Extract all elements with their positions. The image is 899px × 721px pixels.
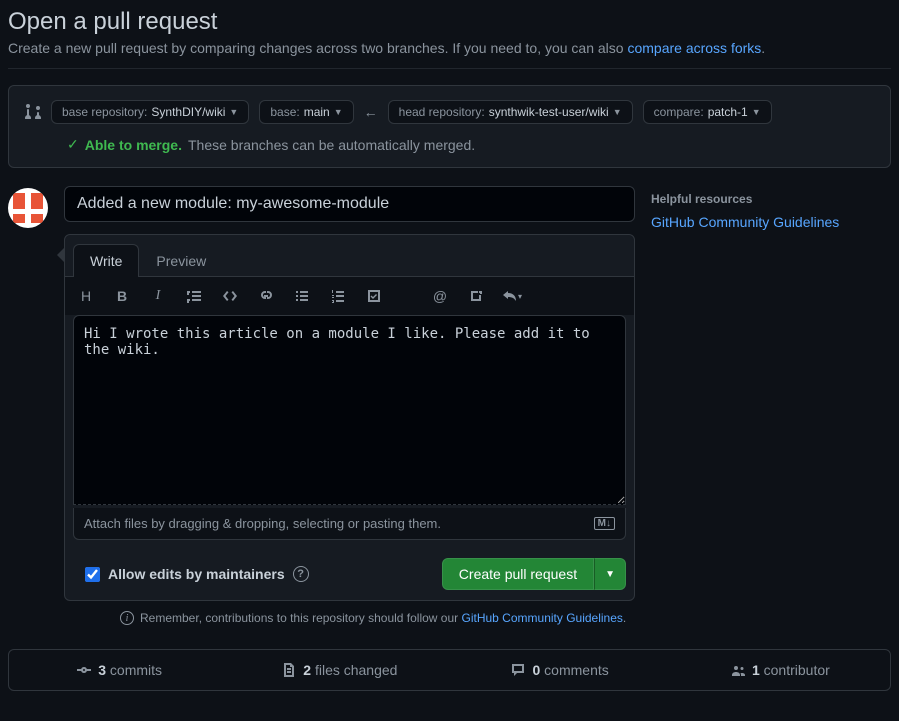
italic-icon[interactable]: I bbox=[147, 285, 169, 307]
create-pr-button-group: Create pull request ▼ bbox=[442, 558, 626, 590]
summary-comments[interactable]: 0 comments bbox=[450, 650, 670, 690]
create-pr-button[interactable]: Create pull request bbox=[442, 558, 594, 590]
check-icon: ✓ bbox=[67, 136, 79, 153]
subtitle-suffix: . bbox=[761, 40, 765, 56]
summary-bar: 3 commits 2 files changed 0 comments 1 c… bbox=[8, 649, 891, 691]
link-icon[interactable] bbox=[255, 285, 277, 307]
attach-bar[interactable]: Attach files by dragging & dropping, sel… bbox=[73, 508, 626, 540]
caret-down-icon: ▼ bbox=[752, 107, 761, 117]
quote-icon[interactable] bbox=[183, 285, 205, 307]
file-diff-icon bbox=[281, 662, 297, 678]
commit-icon bbox=[76, 662, 92, 678]
base-branch-selector[interactable]: base: main ▼ bbox=[259, 100, 353, 124]
page-title: Open a pull request bbox=[8, 8, 891, 36]
tab-write[interactable]: Write bbox=[73, 244, 139, 277]
contributors-label: contributor bbox=[760, 662, 830, 678]
code-icon[interactable] bbox=[219, 285, 241, 307]
base-repo-selector[interactable]: base repository: SynthDIY/wiki ▼ bbox=[51, 100, 249, 124]
markdown-badge-icon[interactable]: M↓ bbox=[594, 517, 615, 530]
merge-status: ✓ Able to merge. These branches can be a… bbox=[25, 136, 874, 153]
summary-contributors[interactable]: 1 contributor bbox=[670, 650, 890, 690]
cross-reference-icon[interactable] bbox=[465, 285, 487, 307]
remember-suffix: . bbox=[623, 611, 626, 625]
list-ordered-icon[interactable] bbox=[327, 285, 349, 307]
base-repo-label: base repository: bbox=[62, 105, 147, 119]
editor-tabs: Write Preview bbox=[65, 235, 634, 277]
page-subtitle: Create a new pull request by comparing c… bbox=[8, 40, 891, 69]
comments-label: comments bbox=[540, 662, 608, 678]
branch-row: base repository: SynthDIY/wiki ▼ base: m… bbox=[25, 100, 874, 124]
compare-value: patch-1 bbox=[708, 105, 748, 119]
caret-down-icon: ▼ bbox=[613, 107, 622, 117]
base-label: base: bbox=[270, 105, 299, 119]
help-icon[interactable]: ? bbox=[293, 566, 309, 582]
commits-label: commits bbox=[106, 662, 162, 678]
remember-prefix: Remember, contributions to this reposito… bbox=[140, 611, 462, 625]
comment-icon bbox=[510, 662, 526, 678]
allow-edits-checkbox[interactable] bbox=[85, 567, 100, 582]
comment-box: Write Preview H B I @ ▾ Attach files bbox=[64, 234, 635, 601]
base-value: main bbox=[304, 105, 330, 119]
pr-title-input[interactable] bbox=[64, 186, 635, 222]
attach-hint: Attach files by dragging & dropping, sel… bbox=[84, 516, 441, 531]
list-unordered-icon[interactable] bbox=[291, 285, 313, 307]
mention-icon[interactable]: @ bbox=[429, 285, 451, 307]
pr-body-textarea[interactable] bbox=[73, 315, 626, 505]
sidebar-heading: Helpful resources bbox=[651, 192, 891, 206]
compare-label: compare: bbox=[654, 105, 704, 119]
commits-count: 3 bbox=[98, 662, 106, 678]
arrow-left-icon: ← bbox=[364, 104, 378, 120]
contributors-count: 1 bbox=[752, 662, 760, 678]
summary-commits[interactable]: 3 commits bbox=[9, 650, 229, 690]
merge-detail-text: These branches can be automatically merg… bbox=[188, 137, 475, 153]
head-repo-value: synthwik-test-user/wiki bbox=[489, 105, 609, 119]
caret-down-icon: ▼ bbox=[334, 107, 343, 117]
git-compare-icon bbox=[25, 103, 41, 122]
user-avatar[interactable] bbox=[8, 188, 48, 228]
reply-icon[interactable]: ▾ bbox=[501, 285, 523, 307]
actions-row: Allow edits by maintainers ? Create pull… bbox=[65, 548, 634, 600]
compare-forks-link[interactable]: compare across forks bbox=[627, 40, 761, 56]
people-icon bbox=[730, 662, 746, 678]
info-icon: i bbox=[120, 611, 134, 625]
compare-box: base repository: SynthDIY/wiki ▼ base: m… bbox=[8, 85, 891, 168]
guidelines-link-inline[interactable]: GitHub Community Guidelines bbox=[462, 611, 623, 625]
bold-icon[interactable]: B bbox=[111, 285, 133, 307]
guidelines-reminder: i Remember, contributions to this reposi… bbox=[64, 611, 635, 625]
head-repo-label: head repository: bbox=[399, 105, 485, 119]
heading-icon[interactable]: H bbox=[75, 285, 97, 307]
tab-preview[interactable]: Preview bbox=[139, 244, 223, 277]
allow-edits-label[interactable]: Allow edits by maintainers ? bbox=[85, 566, 309, 582]
guidelines-link-sidebar[interactable]: GitHub Community Guidelines bbox=[651, 214, 839, 230]
head-repo-selector[interactable]: head repository: synthwik-test-user/wiki… bbox=[388, 100, 633, 124]
subtitle-text: Create a new pull request by comparing c… bbox=[8, 40, 627, 56]
create-pr-dropdown[interactable]: ▼ bbox=[594, 558, 626, 590]
merge-able-text: Able to merge. bbox=[85, 137, 182, 153]
files-count: 2 bbox=[303, 662, 311, 678]
markdown-toolbar: H B I @ ▾ bbox=[65, 277, 634, 315]
tasklist-icon[interactable] bbox=[363, 285, 385, 307]
allow-edits-text: Allow edits by maintainers bbox=[108, 566, 285, 582]
base-repo-value: SynthDIY/wiki bbox=[151, 105, 225, 119]
caret-down-icon: ▼ bbox=[229, 107, 238, 117]
compare-branch-selector[interactable]: compare: patch-1 ▼ bbox=[643, 100, 772, 124]
summary-files[interactable]: 2 files changed bbox=[229, 650, 449, 690]
files-label: files changed bbox=[311, 662, 397, 678]
sidebar: Helpful resources GitHub Community Guide… bbox=[651, 186, 891, 230]
